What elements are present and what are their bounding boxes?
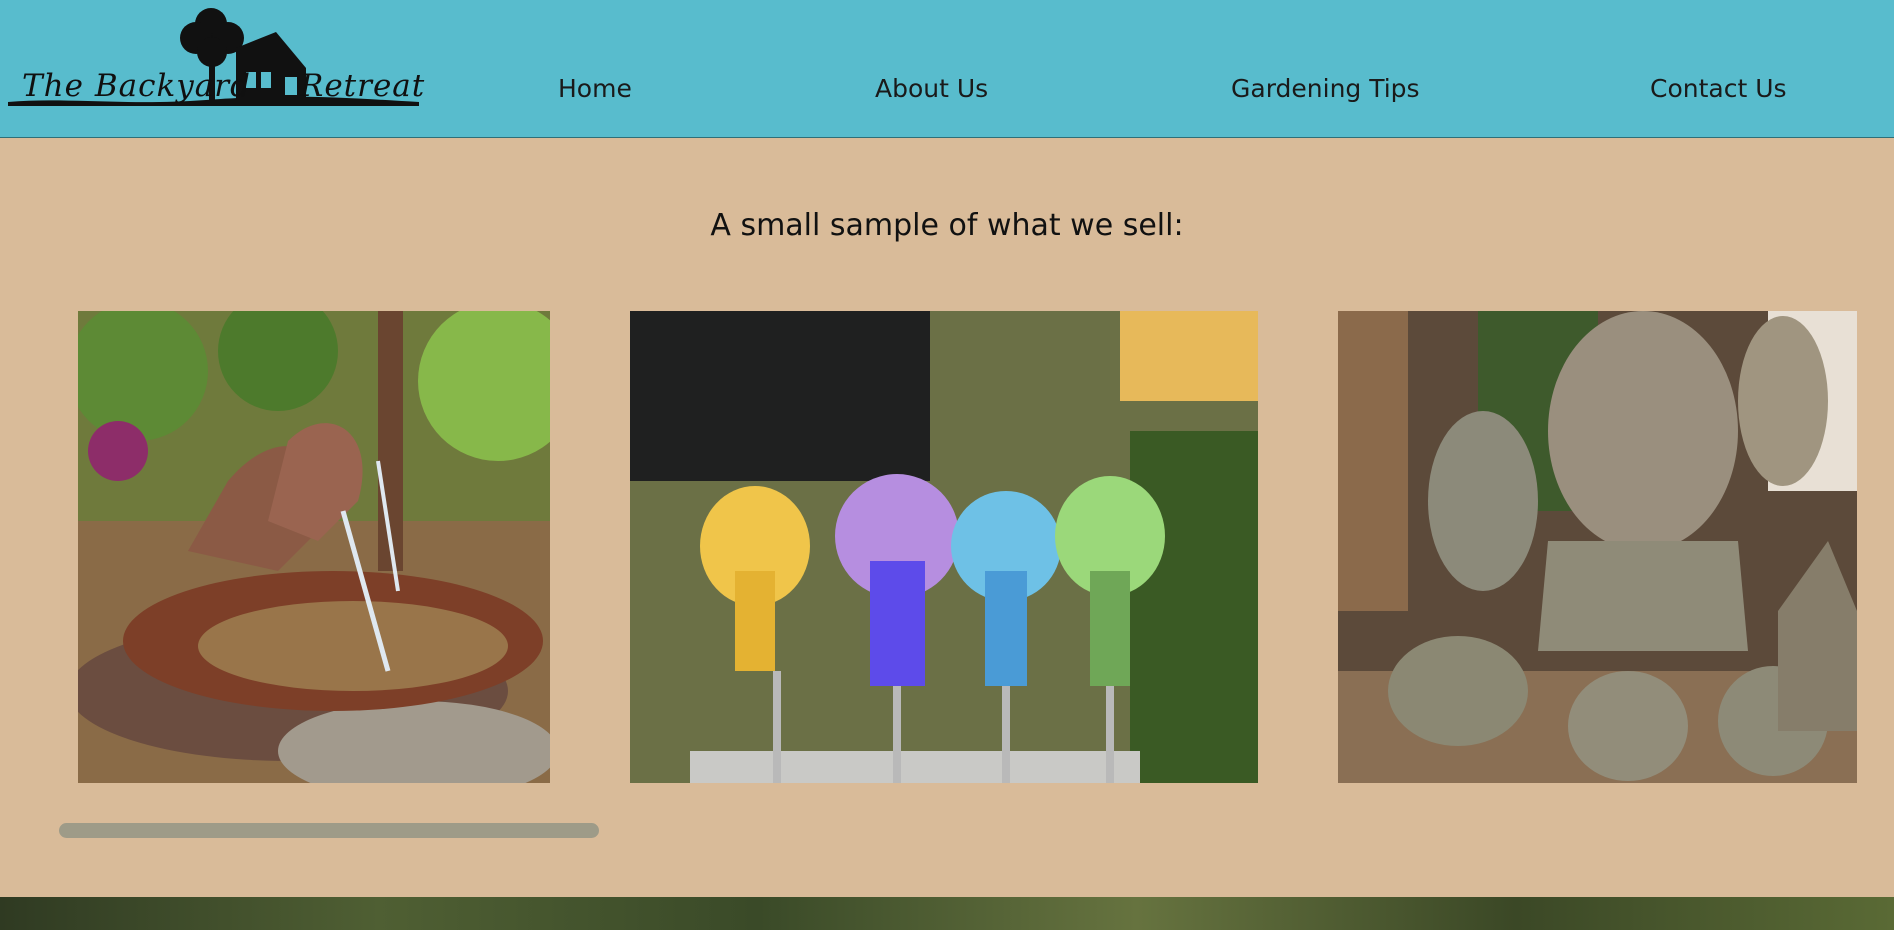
gallery-image-stone-statues[interactable] (1338, 311, 1857, 783)
page-title: A small sample of what we sell: (710, 208, 1184, 243)
site-logo[interactable]: The Backyard Retreat (6, 2, 424, 108)
nav-contact-us[interactable]: Contact Us (1650, 74, 1787, 103)
gallery-scrollbar[interactable] (59, 823, 599, 838)
gallery-image-glass-angels[interactable] (630, 311, 1258, 783)
gallery-image-bird-fountain[interactable] (78, 311, 550, 783)
footer-foliage-image (0, 897, 1894, 930)
nav-about-us[interactable]: About Us (875, 74, 988, 103)
logo-text-left: The Backyard (22, 68, 251, 104)
nav-gardening-tips[interactable]: Gardening Tips (1231, 74, 1420, 103)
logo-text-right: Retreat (300, 68, 426, 104)
site-header: The Backyard Retreat Home About Us Garde… (0, 0, 1894, 138)
nav-home[interactable]: Home (558, 74, 632, 103)
